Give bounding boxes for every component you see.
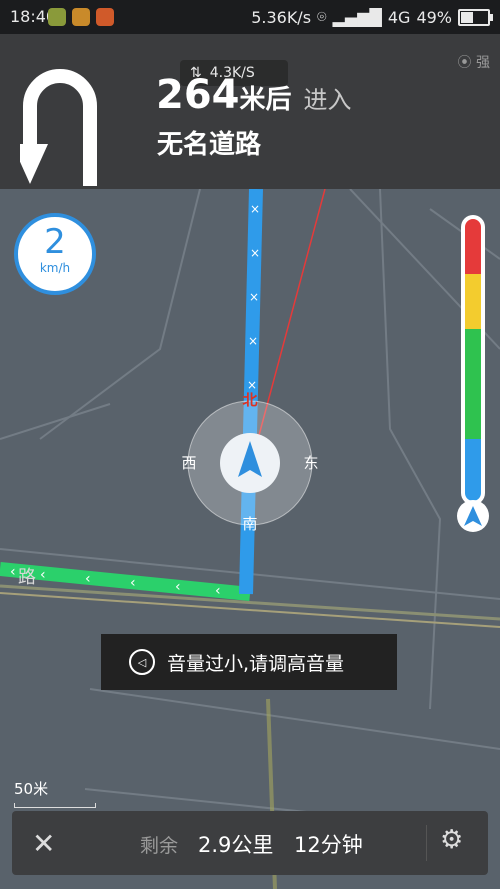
route-chevron: ×	[250, 246, 260, 260]
route-chevron: ‹	[85, 571, 91, 587]
traffic-segment-green	[465, 329, 481, 439]
traffic-segment-red	[465, 219, 481, 274]
route-chevron: ‹	[40, 567, 46, 583]
app-notification-icon	[48, 8, 66, 26]
status-right: 5.36K/s ⌾ ▂▄▆█ 4G 49%	[251, 7, 493, 27]
signal-strength-icon: ▂▄▆█	[332, 7, 382, 27]
nav-instruction-panel: ⇅ 4.3K/S 264米后 进入 无名道路 ⦿ 强	[0, 34, 500, 189]
network-type: 4G	[387, 7, 411, 27]
route-chevron: ‹	[130, 575, 136, 591]
route-chevron: ×	[248, 334, 258, 348]
compass-east: 东	[303, 454, 318, 472]
remaining-time: 12分钟	[294, 833, 363, 857]
route-chevron: ×	[250, 202, 260, 216]
remaining-label: 剩余	[140, 835, 179, 857]
signal-label: 强	[476, 55, 490, 71]
toast-text: 音量过小,请调高音量	[167, 652, 345, 675]
compass-south: 南	[242, 515, 257, 533]
battery-icon	[458, 8, 493, 26]
compass-north: 北	[242, 391, 257, 409]
route-chevron: ‹	[10, 564, 16, 580]
traffic-position-marker	[457, 500, 489, 532]
route-chevron: ‹	[175, 579, 181, 595]
distance-value: 264	[156, 72, 240, 118]
route-chevron: ×	[249, 290, 259, 304]
route-chevron: ‹	[215, 583, 221, 599]
signal-icon: ⦿	[457, 55, 472, 71]
gps-signal: ⦿ 强	[458, 52, 490, 72]
scale-bar	[14, 803, 96, 808]
battery-percent: 49%	[416, 7, 452, 27]
route-chevron: ×	[247, 378, 257, 392]
nav-arrow-icon	[464, 506, 482, 526]
speed-unit: km/h	[39, 261, 71, 275]
location-pin-icon: ⌾	[317, 7, 327, 26]
notification-icons	[48, 8, 114, 26]
gear-icon[interactable]: ⚙	[440, 825, 463, 855]
compass-west: 西	[181, 454, 196, 472]
map-scale: 50米	[14, 778, 96, 808]
traffic-progress-bar	[461, 215, 485, 505]
distance-unit: 米后	[239, 85, 292, 115]
scale-label: 50米	[14, 780, 49, 798]
battery-fill	[461, 11, 473, 23]
speaker-icon: ◁	[129, 649, 155, 675]
traffic-segment-blue	[465, 439, 481, 501]
close-icon[interactable]: ✕	[32, 827, 55, 860]
route-summary-bar: ✕ 剩余 2.9公里 12分钟 ⚙	[12, 811, 488, 875]
turn-distance: 264米后 进入	[156, 72, 352, 118]
map-road-label: 路	[18, 567, 36, 588]
app-notification-icon	[72, 8, 90, 26]
road-name: 无名道路	[157, 130, 262, 160]
volume-toast: ◁ 音量过小,请调高音量	[101, 634, 397, 690]
turn-action: 进入	[303, 86, 352, 114]
divider	[426, 825, 427, 861]
status-bar: 18:40 5.36K/s ⌾ ▂▄▆█ 4G 49%	[0, 0, 500, 34]
net-speed: 5.36K/s	[251, 7, 312, 27]
speedometer: 2 km/h	[14, 213, 96, 295]
traffic-segment-yellow	[465, 274, 481, 329]
u-turn-icon	[20, 69, 97, 186]
remaining-distance: 2.9公里	[198, 833, 274, 857]
speed-value: 2	[44, 222, 66, 262]
app-notification-icon	[96, 8, 114, 26]
